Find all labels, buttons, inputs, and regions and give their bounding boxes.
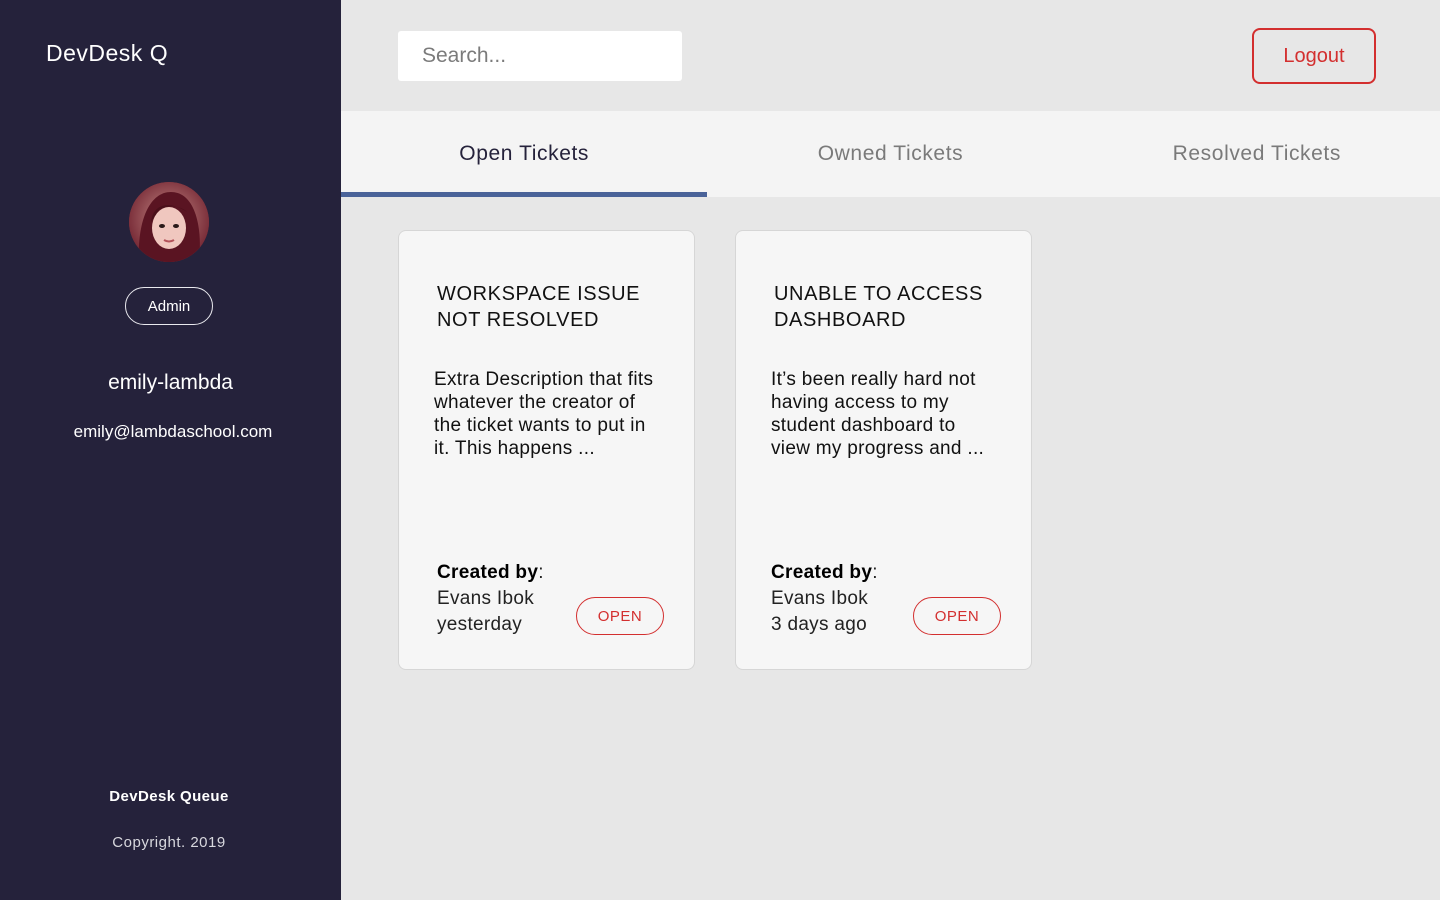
user-email: emily@lambdaschool.com — [73, 422, 273, 441]
created-by-label: Created by — [437, 562, 539, 583]
ticket-time: 3 days ago — [771, 614, 867, 635]
ticket-tabs: Open Tickets Owned Tickets Resolved Tick… — [341, 111, 1440, 197]
ticket-time: yesterday — [437, 614, 523, 635]
logout-button[interactable]: Logout — [1252, 28, 1376, 84]
ticket-description: It’s been really hard not having access … — [771, 369, 985, 459]
status-badge[interactable]: OPEN — [913, 597, 1001, 635]
avatar-photo-icon — [129, 182, 209, 262]
role-badge: Admin — [125, 287, 213, 325]
user-avatar[interactable] — [129, 182, 209, 262]
footer-app-name: DevDesk Queue — [109, 788, 229, 805]
app-brand[interactable]: DevDesk Q — [46, 40, 168, 67]
sidebar: DevDesk Q Admin emily-lambda emily@lambd… — [0, 0, 341, 900]
ticket-author: Evans Ibok — [437, 588, 534, 609]
tab-resolved-tickets[interactable]: Resolved Tickets — [1074, 111, 1440, 197]
status-badge[interactable]: OPEN — [576, 597, 664, 635]
ticket-meta: Created by: Evans Ibok 3 days ago — [771, 560, 878, 638]
tab-owned-tickets[interactable]: Owned Tickets — [707, 111, 1073, 197]
footer-copyright: Copyright. 2019 — [112, 834, 226, 851]
ticket-meta: Created by: Evans Ibok yesterday — [437, 560, 544, 638]
username: emily-lambda — [108, 371, 233, 394]
created-by-label: Created by — [771, 562, 873, 583]
ticket-card[interactable]: WORKSPACE ISSUE NOT RESOLVED Extra Descr… — [398, 230, 695, 670]
ticket-description: Extra Description that fits whatever the… — [434, 369, 654, 459]
ticket-title[interactable]: UNABLE TO ACCESS DASHBOARD — [774, 281, 1004, 333]
ticket-author: Evans Ibok — [771, 588, 868, 609]
ticket-title[interactable]: WORKSPACE ISSUE NOT RESOLVED — [437, 281, 667, 333]
tab-open-tickets[interactable]: Open Tickets — [341, 111, 708, 197]
ticket-card[interactable]: UNABLE TO ACCESS DASHBOARD It’s been rea… — [735, 230, 1032, 670]
search-input[interactable] — [398, 31, 682, 81]
